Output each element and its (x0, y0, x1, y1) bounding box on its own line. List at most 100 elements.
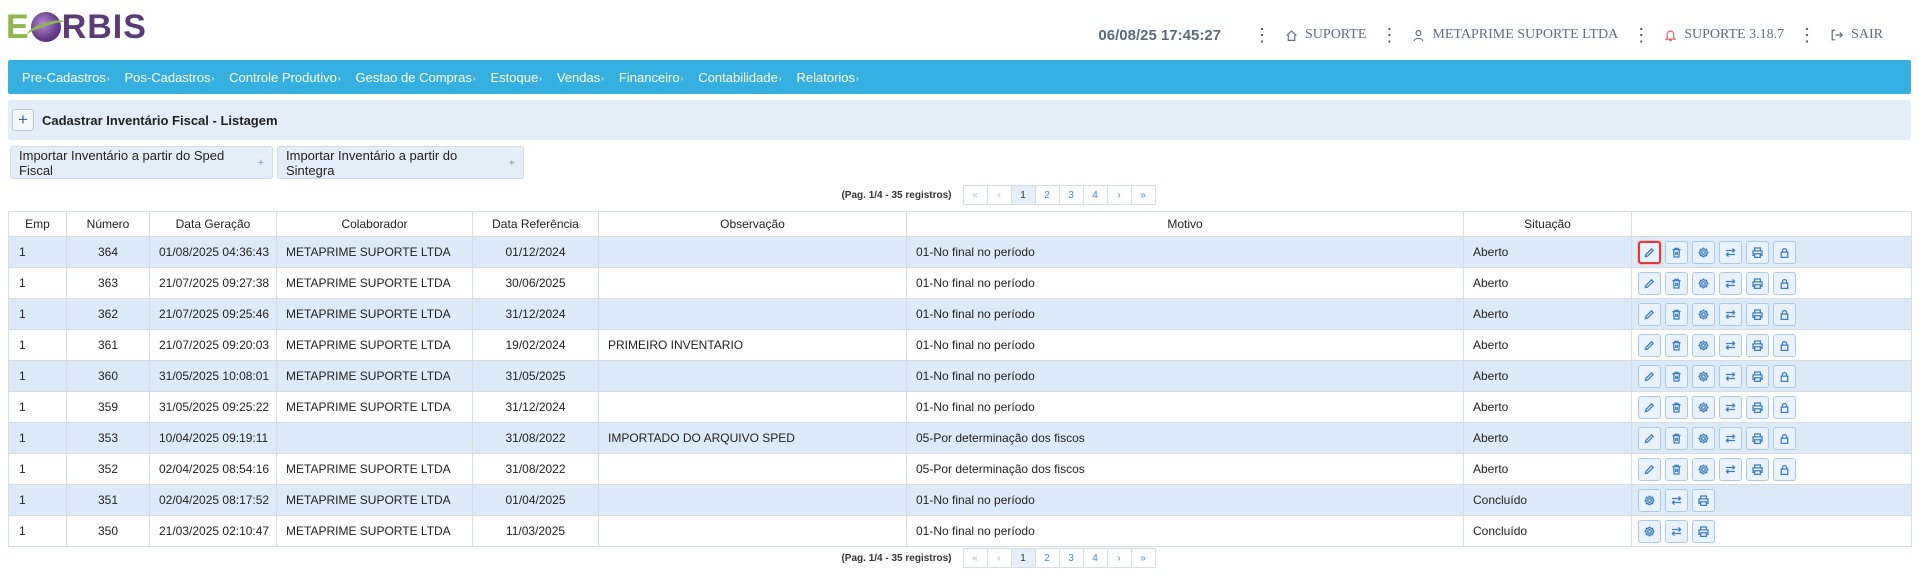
transfer-button[interactable] (1719, 395, 1742, 419)
first-page-button[interactable]: « (962, 548, 988, 568)
print-button[interactable] (1746, 240, 1769, 264)
table-row[interactable]: 1 351 02/04/2025 08:17:52 METAPRIME SUPORTE… (8, 484, 1912, 516)
page-1-button[interactable]: 1 (1010, 548, 1036, 568)
table-row[interactable]: 1 350 21/03/2025 02:10:47 METAPRIME SUPORTE… (8, 515, 1912, 547)
lock-button[interactable] (1773, 457, 1796, 481)
trash-button[interactable] (1665, 426, 1688, 450)
col-colaborador[interactable]: Colaborador (276, 211, 473, 237)
page-4-button[interactable]: 4 (1082, 185, 1108, 205)
nav-pre-cadastros[interactable]: Pre-Cadastros › (22, 70, 109, 85)
print-button[interactable] (1746, 364, 1769, 388)
col-situacao[interactable]: Situação (1463, 211, 1632, 237)
logout-button[interactable]: SAIR (1830, 27, 1883, 43)
print-button[interactable] (1746, 426, 1769, 450)
trash-button[interactable] (1665, 364, 1688, 388)
prev-page-button[interactable]: ‹ (986, 548, 1012, 568)
gear-button[interactable] (1692, 457, 1715, 481)
transfer-button[interactable] (1719, 271, 1742, 295)
gear-button[interactable] (1692, 240, 1715, 264)
print-button[interactable] (1692, 519, 1715, 543)
lock-button[interactable] (1773, 240, 1796, 264)
page-2-button[interactable]: 2 (1034, 185, 1060, 205)
gear-button[interactable] (1638, 519, 1661, 543)
transfer-button[interactable] (1719, 426, 1742, 450)
table-row[interactable]: 1 362 21/07/2025 09:25:46 METAPRIME SUPORTE… (8, 298, 1912, 330)
print-button[interactable] (1746, 271, 1769, 295)
transfer-button[interactable] (1719, 364, 1742, 388)
lock-button[interactable] (1773, 364, 1796, 388)
page-2-button[interactable]: 2 (1034, 548, 1060, 568)
import-sintegra-button[interactable]: Importar Inventário a partir do Sintegra… (277, 146, 524, 179)
app-logo[interactable]: E RBIS (6, 8, 147, 46)
trash-button[interactable] (1665, 271, 1688, 295)
transfer-button[interactable] (1719, 457, 1742, 481)
nav-pos-cadastros[interactable]: Pos-Cadastros › (124, 70, 214, 85)
print-button[interactable] (1746, 333, 1769, 357)
nav-estoque[interactable]: Estoque › (491, 70, 542, 85)
gear-button[interactable] (1692, 271, 1715, 295)
table-row[interactable]: 1 361 21/07/2025 09:20:03 METAPRIME SUPORTE… (8, 329, 1912, 361)
next-page-button[interactable]: › (1106, 548, 1132, 568)
add-button[interactable]: + (12, 109, 34, 131)
col-data-geracao[interactable]: Data Geração (149, 211, 277, 237)
prev-page-button[interactable]: ‹ (986, 185, 1012, 205)
transfer-button[interactable] (1665, 519, 1688, 543)
kebab-menu-icon[interactable]: ⋮ (1380, 26, 1398, 44)
table-row[interactable]: 1 363 21/07/2025 09:27:38 METAPRIME SUPORTE… (8, 267, 1912, 299)
nav-gestao-compras[interactable]: Gestao de Compras › (355, 70, 475, 85)
col-observacao[interactable]: Observação (598, 211, 907, 237)
edit-button[interactable] (1638, 240, 1661, 264)
edit-button[interactable] (1638, 457, 1661, 481)
trash-button[interactable] (1665, 240, 1688, 264)
gear-button[interactable] (1692, 395, 1715, 419)
trash-button[interactable] (1665, 457, 1688, 481)
lock-button[interactable] (1773, 271, 1796, 295)
gear-button[interactable] (1638, 488, 1661, 512)
lock-button[interactable] (1773, 426, 1796, 450)
transfer-button[interactable] (1719, 333, 1742, 357)
transfer-button[interactable] (1665, 488, 1688, 512)
gear-button[interactable] (1692, 364, 1715, 388)
table-row[interactable]: 1 360 31/05/2025 10:08:01 METAPRIME SUPORTE… (8, 360, 1912, 392)
gear-button[interactable] (1692, 333, 1715, 357)
print-button[interactable] (1746, 457, 1769, 481)
kebab-menu-icon[interactable]: ⋮ (1632, 26, 1650, 44)
nav-relatorios[interactable]: Relatorios › (796, 70, 858, 85)
nav-controle-produtivo[interactable]: Controle Produtivo › (229, 70, 340, 85)
print-button[interactable] (1746, 395, 1769, 419)
page-1-button[interactable]: 1 (1010, 185, 1036, 205)
col-motivo[interactable]: Motivo (906, 211, 1464, 237)
edit-button[interactable] (1638, 271, 1661, 295)
nav-vendas[interactable]: Vendas › (557, 70, 604, 85)
nav-contabilidade[interactable]: Contabilidade › (698, 70, 781, 85)
table-row[interactable]: 1 359 31/05/2025 09:25:22 METAPRIME SUPORTE… (8, 391, 1912, 423)
import-sped-button[interactable]: Importar Inventário a partir do Sped Fis… (10, 146, 273, 179)
col-numero[interactable]: Número (66, 211, 150, 237)
table-row[interactable]: 1 364 01/08/2025 04:36:43 METAPRIME SUPORTE… (8, 236, 1912, 268)
trash-button[interactable] (1665, 302, 1688, 326)
edit-button[interactable] (1638, 302, 1661, 326)
edit-button[interactable] (1638, 333, 1661, 357)
print-button[interactable] (1746, 302, 1769, 326)
table-row[interactable]: 1 352 02/04/2025 08:54:16 METAPRIME SUPORTE… (8, 453, 1912, 485)
page-3-button[interactable]: 3 (1058, 548, 1084, 568)
last-page-button[interactable]: » (1130, 185, 1156, 205)
header-branch[interactable]: SUPORTE (1285, 27, 1366, 43)
edit-button[interactable] (1638, 426, 1661, 450)
page-4-button[interactable]: 4 (1082, 548, 1108, 568)
gear-button[interactable] (1692, 426, 1715, 450)
col-emp[interactable]: Emp (8, 211, 67, 237)
kebab-menu-icon[interactable]: ⋮ (1253, 26, 1271, 44)
header-notifications[interactable]: SUPORTE 3.18.7 (1664, 27, 1784, 43)
lock-button[interactable] (1773, 302, 1796, 326)
kebab-menu-icon[interactable]: ⋮ (1798, 26, 1816, 44)
trash-button[interactable] (1665, 333, 1688, 357)
last-page-button[interactable]: » (1130, 548, 1156, 568)
page-3-button[interactable]: 3 (1058, 185, 1084, 205)
trash-button[interactable] (1665, 395, 1688, 419)
transfer-button[interactable] (1719, 240, 1742, 264)
gear-button[interactable] (1692, 302, 1715, 326)
first-page-button[interactable]: « (962, 185, 988, 205)
edit-button[interactable] (1638, 364, 1661, 388)
transfer-button[interactable] (1719, 302, 1742, 326)
